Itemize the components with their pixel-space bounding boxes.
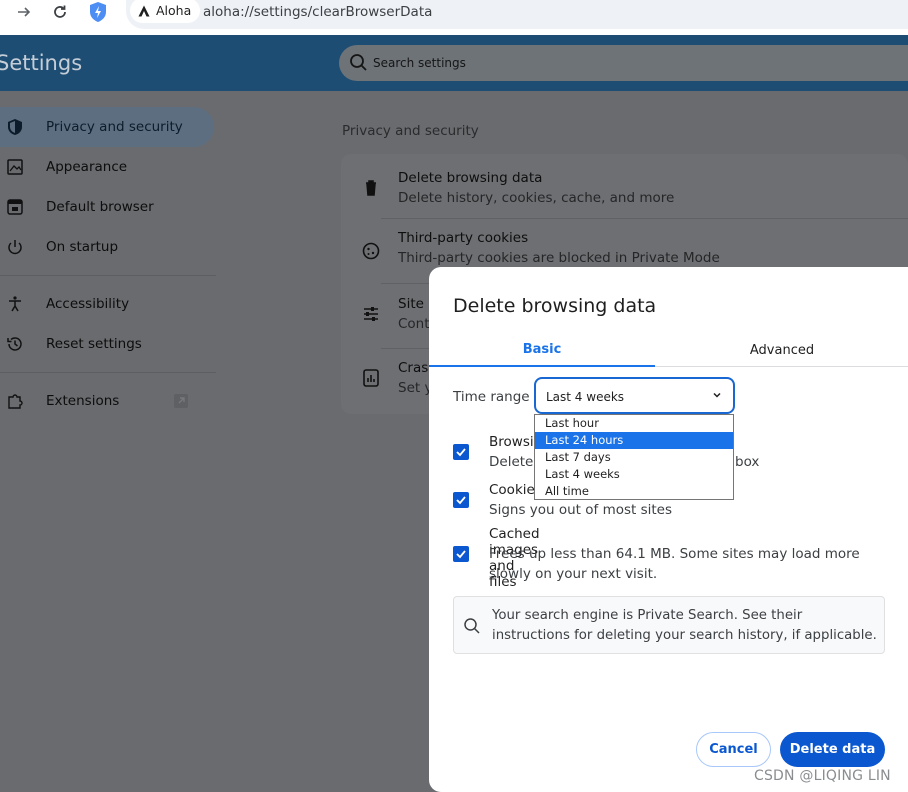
time-range-select[interactable]: Last 4 weeks [534, 377, 735, 414]
cached-images-checkbox[interactable] [453, 546, 469, 562]
dialog-tabs: Basic Advanced [429, 333, 908, 367]
tab-advanced[interactable]: Advanced [655, 333, 908, 367]
site-chip-label: Aloha [156, 3, 192, 18]
image-icon [7, 159, 23, 175]
browsing-history-checkbox[interactable] [453, 444, 469, 460]
search-placeholder: Search settings [373, 56, 466, 70]
dropdown-option-last-24-hours[interactable]: Last 24 hours [535, 432, 733, 449]
search-icon [350, 54, 367, 71]
power-icon [8, 240, 22, 255]
info-text: Your search engine is Private Search. Se… [492, 608, 877, 643]
tab-basic[interactable]: Basic [429, 333, 655, 367]
row-title: Third-party cookies [398, 230, 529, 246]
delete-data-button[interactable]: Delete data [780, 732, 885, 767]
sidebar-divider [0, 275, 216, 276]
site-info-chip[interactable]: Aloha [130, 0, 201, 23]
sidebar-divider [0, 372, 216, 373]
option-subtitle: Signs you out of most sites [489, 502, 673, 518]
time-range-dropdown-list: Last hour Last 24 hours Last 7 days Last… [534, 414, 734, 500]
clipboard-chart-icon [363, 369, 379, 387]
sidebar-item-label: Accessibility [46, 296, 130, 312]
accessibility-icon [9, 296, 21, 312]
browser-toolbar: Aloha aloha://settings/clearBrowserData [0, 0, 908, 32]
reload-icon [54, 5, 66, 18]
settings-header: Settings Search settings [0, 35, 908, 91]
vpn-shield-button[interactable] [86, 0, 110, 24]
row-subtitle: Cont [398, 316, 430, 332]
sidebar-item-extensions[interactable]: Extensions [0, 381, 214, 421]
search-icon [464, 618, 480, 634]
row-title: Delete browsing data [398, 170, 543, 186]
history-icon [7, 337, 22, 351]
option-subtitle-tail: box [735, 454, 760, 470]
puzzle-icon [8, 394, 23, 409]
forward-button[interactable] [12, 0, 36, 24]
row-subtitle: Third-party cookies are blocked in Priva… [398, 250, 720, 266]
page-title: Settings [0, 51, 83, 75]
cancel-button[interactable]: Cancel [696, 732, 771, 767]
url-text: aloha://settings/clearBrowserData [203, 4, 433, 20]
dropdown-option-last-hour[interactable]: Last hour [535, 415, 733, 432]
chevron-down-icon [713, 392, 721, 398]
dropdown-option-last-4-weeks[interactable]: Last 4 weeks [535, 466, 733, 483]
sidebar-item-privacy[interactable]: Privacy and security [0, 107, 214, 147]
watermark: CSDN @LIQING LIN [754, 768, 891, 784]
sidebar-item-label: Appearance [46, 159, 128, 175]
sidebar-item-label: On startup [46, 239, 119, 255]
check-icon [456, 448, 466, 457]
shield-bolt-icon [90, 2, 106, 22]
option-subtitle: Frees up less than 64.1 MB. Some sites m… [489, 546, 860, 582]
sidebar-item-label: Extensions [46, 393, 120, 409]
sliders-icon [364, 307, 378, 321]
browser-icon [7, 199, 23, 215]
sidebar-item-accessibility[interactable]: Accessibility [0, 284, 214, 324]
trash-icon [366, 180, 376, 196]
delete-browsing-data-dialog: Delete browsing data Basic Advanced Time… [429, 267, 908, 792]
reload-button[interactable] [48, 0, 72, 24]
forward-icon [18, 7, 31, 17]
search-engine-info: Your search engine is Private Search. Se… [453, 596, 885, 654]
dialog-title: Delete browsing data [453, 295, 657, 317]
sidebar-item-reset-settings[interactable]: Reset settings [0, 324, 214, 364]
dropdown-option-last-7-days[interactable]: Last 7 days [535, 449, 733, 466]
row-subtitle: Delete history, cookies, cache, and more [398, 190, 675, 206]
aloha-logo-icon [138, 5, 150, 16]
sidebar-item-label: Reset settings [46, 336, 142, 352]
time-range-value: Last 4 weeks [546, 390, 625, 404]
check-icon [456, 550, 466, 559]
cookies-checkbox[interactable] [453, 492, 469, 508]
sidebar-item-on-startup[interactable]: On startup [0, 227, 214, 267]
shield-icon [8, 119, 22, 135]
sidebar-item-label: Default browser [46, 199, 154, 215]
address-bar[interactable]: Aloha aloha://settings/clearBrowserData [126, 0, 908, 29]
sidebar-item-appearance[interactable]: Appearance [0, 147, 214, 187]
open-in-new-icon [174, 394, 188, 408]
row-subtitle: Set y [398, 380, 433, 396]
sidebar-item-label: Privacy and security [46, 119, 183, 135]
sidebar-item-default-browser[interactable]: Default browser [0, 187, 214, 227]
row-delete-browsing-data[interactable]: Delete browsing data Delete history, coo… [341, 154, 908, 218]
dropdown-option-all-time[interactable]: All time [535, 483, 733, 500]
search-settings-input[interactable]: Search settings [339, 45, 908, 81]
section-title: Privacy and security [342, 123, 479, 139]
time-range-label: Time range [453, 389, 530, 405]
check-icon [456, 496, 466, 505]
cookie-icon [362, 242, 380, 260]
